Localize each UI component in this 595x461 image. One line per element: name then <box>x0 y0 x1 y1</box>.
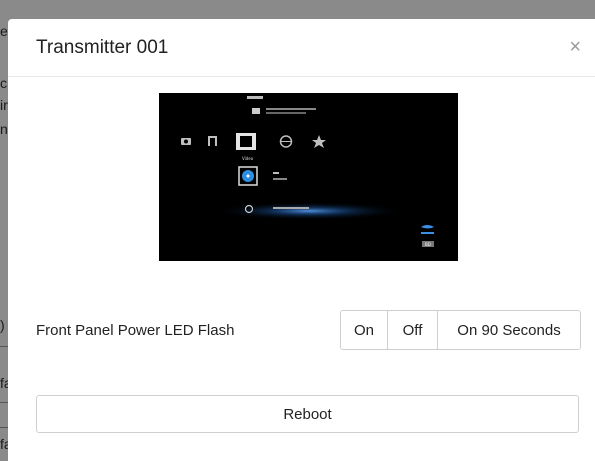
settings-icon <box>252 108 260 114</box>
selected-category-label: Video <box>242 156 254 161</box>
menu-bar-icon <box>247 96 263 99</box>
background-text: n <box>0 121 8 137</box>
led-off-button[interactable]: Off <box>387 311 437 349</box>
reboot-button[interactable]: Reboot <box>36 395 579 433</box>
led-setting-label: Front Panel Power LED Flash <box>36 322 235 339</box>
close-button[interactable]: × <box>569 37 581 57</box>
background-text: ir <box>0 97 8 113</box>
screen-preview: Video BD <box>159 93 458 261</box>
background-divider <box>0 427 8 428</box>
modal-title: Transmitter 001 <box>36 37 169 58</box>
transmitter-modal: Transmitter 001 × Video BD Front Panel P… <box>8 19 595 461</box>
brand-badge: BD <box>425 242 431 247</box>
led-mode-toggle: On Off On 90 Seconds <box>340 310 581 350</box>
modal-header: Transmitter 001 × <box>8 19 595 77</box>
led-on-button[interactable]: On <box>341 311 387 349</box>
background-divider <box>0 402 8 403</box>
camera-icon <box>181 138 191 145</box>
film-icon <box>236 133 256 150</box>
close-icon: × <box>569 36 581 58</box>
background-divider <box>0 346 8 347</box>
led-on-90-seconds-button[interactable]: On 90 Seconds <box>437 311 580 349</box>
background-text: e <box>0 23 8 39</box>
background-text: c <box>0 75 7 91</box>
background-text: ) <box>0 317 5 333</box>
screen-preview-image: Video BD <box>159 93 458 261</box>
